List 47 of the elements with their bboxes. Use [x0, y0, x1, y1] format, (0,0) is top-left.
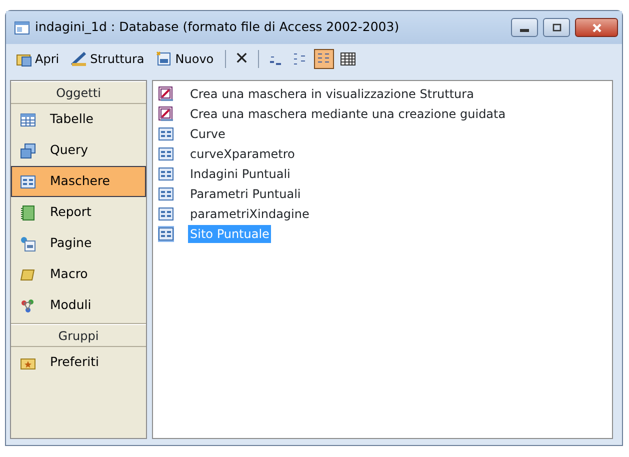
database-window-icon: [14, 20, 30, 36]
small-icons-view-icon: [292, 51, 308, 67]
close-button[interactable]: [575, 18, 618, 37]
minimize-icon: [520, 29, 529, 32]
form-icon: [158, 226, 174, 242]
window-title: indagini_1d : Database (formato file di Access 2002-2003): [35, 18, 400, 36]
toolbar-button[interactable]: Struttura: [67, 48, 148, 70]
close-icon: [590, 20, 604, 34]
object-item[interactable]: curveXparametro: [188, 145, 297, 163]
table-icon: [20, 112, 36, 128]
sidebar-item[interactable]: Macro: [11, 259, 146, 290]
object-item[interactable]: parametriXindagine: [188, 205, 312, 223]
object-item[interactable]: Indagini Puntuali: [188, 165, 292, 183]
form-icon: [158, 146, 174, 162]
object-item[interactable]: Curve: [188, 125, 228, 143]
sidebar-item[interactable]: Report: [11, 197, 146, 228]
details-view-icon: [340, 51, 356, 67]
sidebar-item[interactable]: Maschere: [11, 166, 146, 197]
form-icon: [20, 174, 36, 190]
form-icon: [158, 126, 174, 142]
maximize-button[interactable]: [543, 18, 570, 37]
ruler-pencil-icon: [71, 51, 88, 67]
toolbar-button[interactable]: Apri: [12, 48, 64, 70]
report-icon: [20, 204, 36, 220]
view-button[interactable]: [314, 49, 334, 69]
delete-button[interactable]: ✕: [232, 50, 251, 68]
form-icon: [158, 186, 174, 202]
form-wand-icon: [158, 106, 174, 122]
minimize-button[interactable]: [511, 18, 538, 37]
molecule-icon: [20, 298, 36, 314]
section-header[interactable]: Gruppi: [11, 324, 146, 347]
sidebar-item[interactable]: Moduli: [11, 290, 146, 321]
sidebar-item[interactable]: Tabelle: [11, 104, 146, 135]
window-stack-icon: [20, 142, 36, 158]
form-icon: [158, 206, 174, 222]
section-header[interactable]: Oggetti: [11, 81, 146, 104]
object-item[interactable]: Crea una maschera in visualizzazione Struttura: [188, 85, 476, 103]
toolbar-button[interactable]: Nuovo: [152, 48, 218, 70]
form-icon: [158, 166, 174, 182]
new-form-icon: [156, 51, 172, 67]
sidebar-item[interactable]: Preferiti: [11, 347, 146, 378]
object-item[interactable]: Parametri Puntuali: [188, 185, 303, 203]
sidebar-item[interactable]: Pagine: [11, 228, 146, 259]
sidebar-item[interactable]: Query: [11, 135, 146, 166]
page-icon: [20, 236, 36, 252]
object-item[interactable]: Crea una maschera mediante una creazione guidata: [188, 105, 508, 123]
form-wand-icon: [158, 86, 174, 102]
